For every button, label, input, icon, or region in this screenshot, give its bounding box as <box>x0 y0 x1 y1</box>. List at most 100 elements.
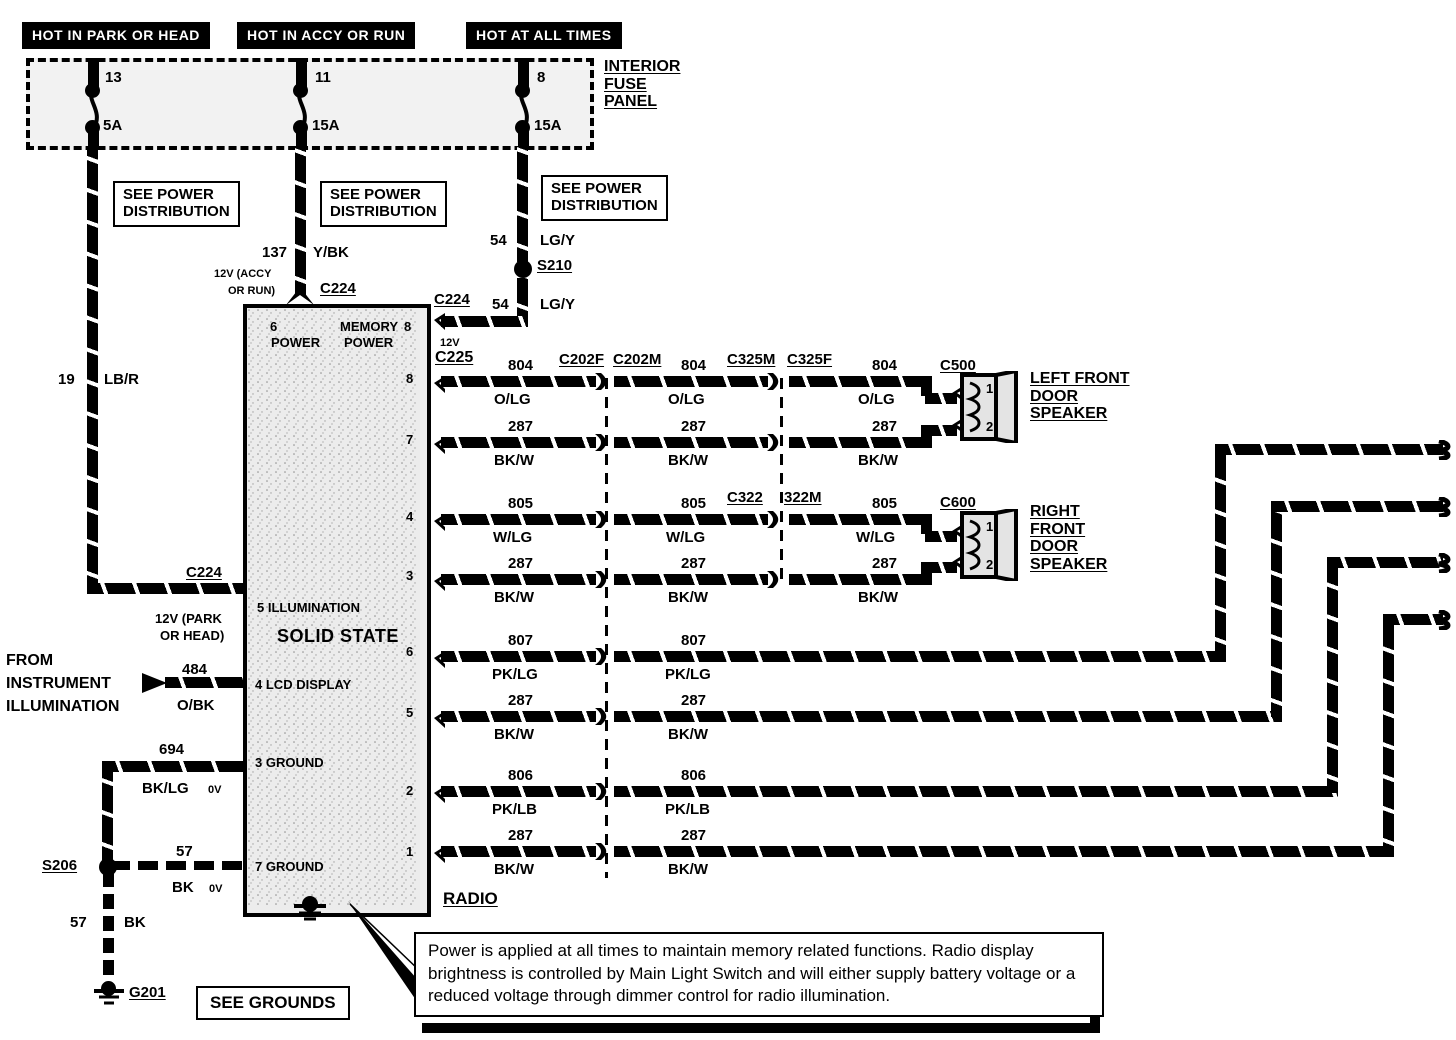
splice-s210-label: S210 <box>537 257 573 274</box>
fuse-13-rating: 5A <box>103 117 123 134</box>
connector-c224-left: C224 <box>186 564 222 581</box>
spd-right-line1: SEE POWER <box>551 180 642 197</box>
illumination-source-line3: ILLUMINATION <box>6 698 120 715</box>
wire-row-1-seg-2 <box>614 376 768 387</box>
wire-row-3-circuit-1: 805 <box>508 495 534 512</box>
wire-row-8-exit <box>1383 614 1443 625</box>
wire-row-2-circuit-2: 287 <box>681 418 707 435</box>
radio-right-pin-8: 8 <box>406 371 414 386</box>
svg-text:1: 1 <box>986 381 993 396</box>
see-power-distribution-box-left[interactable]: SEE POWER DISTRIBUTION <box>113 181 240 227</box>
radio-pin-7-row: 7 GROUND <box>255 859 324 874</box>
wiring-diagram-canvas: HOT IN PARK OR HEAD HOT IN ACCY OR RUN H… <box>0 0 1456 1040</box>
wire-row-4-color-3: BK/W <box>858 589 898 606</box>
connector-separator-c325-c322 <box>780 378 783 586</box>
wire-row-1-color-3: O/LG <box>858 391 895 408</box>
wire-row-3-circuit-3: 805 <box>872 495 898 512</box>
mid-branch-voltage-line1: 12V (ACCY <box>214 268 272 280</box>
wire-row-2-seg-1 <box>441 437 596 448</box>
wire-694-voltage: 0V <box>208 784 222 796</box>
wire-row-1-circuit-3: 804 <box>872 357 898 374</box>
wire-row-4-seg-2 <box>614 574 768 585</box>
connector-symbol-row-6-a <box>595 708 607 725</box>
wire-row-3-color-1: W/LG <box>493 529 533 546</box>
radio-pin-3-name: GROUND <box>265 755 324 770</box>
connector-symbol-row-3-a <box>595 511 607 528</box>
wire-row-4-seg-3 <box>789 574 932 585</box>
wire-row-8-color-1: BK/W <box>494 861 534 878</box>
connector-c325f-label: C325F <box>787 351 833 368</box>
radio-memory-power-line2: POWER <box>344 335 394 350</box>
wire-row-3-color-3: W/LG <box>856 529 896 546</box>
connector-symbol-row-1-b <box>767 373 779 390</box>
connector-symbol-row-4-b <box>767 571 779 588</box>
connector-symbol-row-3-b <box>767 511 779 528</box>
illumination-source-line2: INSTRUMENT <box>6 675 111 692</box>
wire-row-1-circuit-2: 804 <box>681 357 707 374</box>
wire-row-8-riser <box>1383 614 1394 857</box>
wire-694-bk-lg-horizontal <box>102 761 243 772</box>
radio-pin-6-number: 6 <box>270 319 278 334</box>
mid-branch-voltage-line2: OR RUN) <box>228 285 276 297</box>
wire-row-4-color-1: BK/W <box>494 589 534 606</box>
connector-symbol-row-2-a <box>595 434 607 451</box>
note-shadow-bottom <box>422 1023 1090 1033</box>
left-branch-voltage-line1: 12V (PARK <box>155 611 222 626</box>
wire-row-5-exit-hook <box>1438 440 1451 460</box>
radio-pin-6-name: POWER <box>271 335 321 350</box>
wire-row-2-color-2: BK/W <box>668 452 708 469</box>
radio-right-pin-3: 3 <box>406 568 414 583</box>
wire-19-lb-r-vertical <box>87 146 98 590</box>
illumination-source-line1: FROM <box>6 652 54 669</box>
connector-symbol-row-2-b <box>767 434 779 451</box>
wire-row-6-circuit-1: 287 <box>508 692 534 709</box>
wire-row-3-seg-2 <box>614 514 768 525</box>
radio-pin-7-name: GROUND <box>265 859 324 874</box>
ground-g201-label: G201 <box>129 984 166 1001</box>
wire-19-lb-r-horizontal <box>87 583 243 594</box>
wire-484-color: O/BK <box>177 697 215 714</box>
wire-57-bk-to-ground <box>103 872 114 982</box>
power-source-header-accy-or-run: HOT IN ACCY OR RUN <box>237 22 416 49</box>
wire-row-6-exit-hook <box>1438 497 1451 517</box>
wire-row-7-riser <box>1327 557 1338 793</box>
wire-row-1-seg-1 <box>441 376 596 387</box>
wire-137-circuit: 137 <box>262 244 288 261</box>
spd-mid-line1: SEE POWER <box>330 186 421 203</box>
wire-row-8-exit-hook <box>1438 610 1451 630</box>
speaker-1-lead-1-riser <box>921 376 932 396</box>
left-branch-voltage-line2: OR HEAD) <box>160 628 225 643</box>
fuse-11-bottom-lead <box>296 128 307 148</box>
fuse-13-number: 13 <box>105 69 122 86</box>
connector-c322-label: C322 <box>727 489 763 506</box>
right-branch-voltage: 12V <box>440 337 460 349</box>
wire-row-1-color-1: O/LG <box>494 391 531 408</box>
wire-57-bk-horizontal <box>110 861 243 870</box>
see-power-distribution-box-right[interactable]: SEE POWER DISTRIBUTION <box>541 175 668 221</box>
wire-row-7-exit <box>1327 557 1443 568</box>
connector-symbol-row-1-a <box>595 373 607 390</box>
see-grounds-box[interactable]: SEE GROUNDS <box>196 986 350 1020</box>
wire-484-circuit: 484 <box>182 661 208 678</box>
fuse-8-rating: 15A <box>534 117 562 134</box>
wire-row-5-color-2: PK/LG <box>665 666 711 683</box>
wire-19-color: LB/R <box>104 371 139 388</box>
fuse-panel-title: INTERIOR FUSE PANEL <box>604 58 681 111</box>
radio-right-pin-7: 7 <box>406 432 414 447</box>
connector-c202f-label: C202F <box>559 351 605 368</box>
wire-54-to-memory-power <box>441 316 528 327</box>
svg-text:1: 1 <box>986 519 993 534</box>
connector-separator-c202 <box>605 378 608 878</box>
spd-left-line1: SEE POWER <box>123 186 214 203</box>
radio-memory-power-line1: MEMORY <box>340 319 399 334</box>
radio-pin-4-number: 4 <box>255 677 263 692</box>
wire-137-y-bk-vertical <box>295 146 306 295</box>
pin-terminal-memory-power <box>434 313 445 330</box>
see-power-distribution-box-mid[interactable]: SEE POWER DISTRIBUTION <box>320 181 447 227</box>
radio-type-label: SOLID STATE <box>277 626 399 646</box>
radio-pin-4-name: LCD DISPLAY <box>265 677 352 692</box>
wire-row-2-circuit-3: 287 <box>872 418 898 435</box>
connector-symbol-row-5-a <box>595 648 607 665</box>
connector-c202m-label: C202M <box>613 351 662 368</box>
wire-54-bottom-circuit: 54 <box>492 296 509 313</box>
